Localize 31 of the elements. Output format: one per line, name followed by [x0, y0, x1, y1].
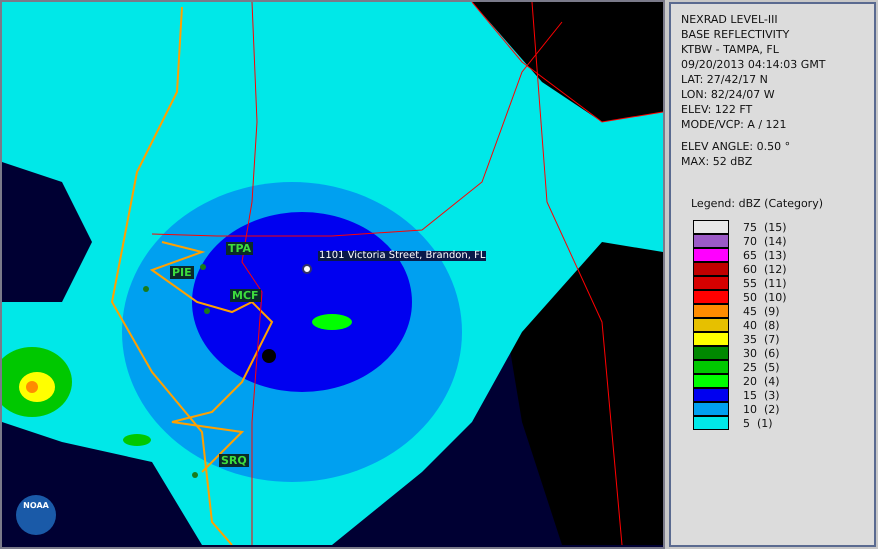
legend-label: 35 (7) [743, 332, 780, 346]
legend-label: 20 (4) [743, 374, 780, 388]
legend-label: 25 (5) [743, 360, 780, 374]
legend-label: 70 (14) [743, 234, 787, 248]
station-label: TPA [226, 242, 254, 255]
station-label: PIE [170, 266, 194, 279]
station-label: MCF [230, 289, 261, 302]
legend-label: 40 (8) [743, 318, 780, 332]
station-label: SRQ [219, 454, 249, 467]
legend-title: Legend: dBZ (Category) [691, 196, 823, 211]
legend-label: 30 (6) [743, 346, 780, 360]
legend-label: 50 (10) [743, 290, 787, 304]
legend-label: 65 (13) [743, 248, 787, 262]
legend-label: 10 (2) [743, 402, 780, 416]
legend-label: 15 (3) [743, 388, 780, 402]
legend-label: 45 (9) [743, 304, 780, 318]
info-line: LAT: 27/42/17 N [681, 72, 768, 87]
info-line: KTBW - TAMPA, FL [681, 42, 779, 57]
legend-label: 55 (11) [743, 276, 787, 290]
legend-label: 5 (1) [743, 416, 773, 430]
info-line: 09/20/2013 04:14:03 GMT [681, 57, 826, 72]
info-line: ELEV: 122 FT [681, 102, 752, 117]
legend-label: 60 (12) [743, 262, 787, 276]
info-line: ELEV ANGLE: 0.50 ° [681, 139, 790, 154]
address-label: 1101 Victoria Street, Brandon, FL [318, 251, 486, 261]
info-line: MODE/VCP: A / 121 [681, 117, 787, 132]
info-line: LON: 82/24/07 W [681, 87, 775, 102]
legend-label: 75 (15) [743, 220, 787, 234]
info-line: NEXRAD LEVEL-III [681, 12, 778, 27]
info-line: MAX: 52 dBZ [681, 154, 752, 169]
info-line: BASE REFLECTIVITY [681, 27, 790, 42]
